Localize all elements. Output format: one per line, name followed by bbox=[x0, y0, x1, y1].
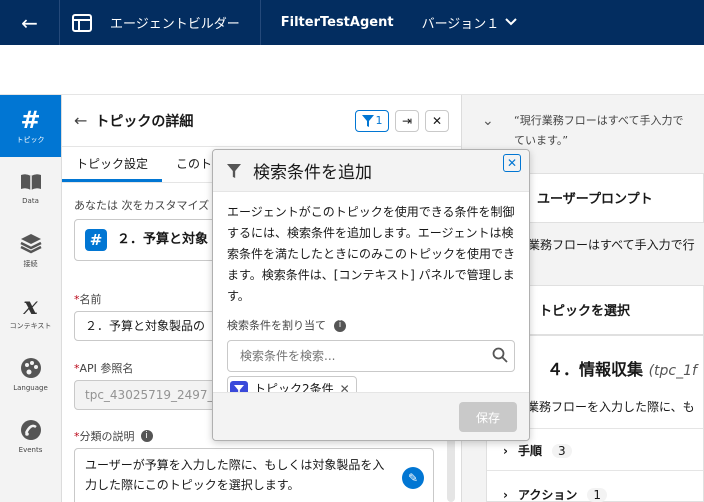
topic-name-card-label: ２．予算と対象 bbox=[117, 232, 209, 247]
rail-item-label: トピック bbox=[16, 135, 45, 144]
save-button[interactable]: 保存 bbox=[459, 402, 517, 432]
chevron-right-icon: › bbox=[503, 443, 508, 458]
filter-icon bbox=[227, 163, 241, 178]
panel-header: ← トピックの詳細 1 ⇥ ✕ bbox=[62, 95, 461, 147]
close-icon: ✕ bbox=[506, 156, 518, 170]
topbar-divider bbox=[259, 0, 261, 45]
arrow-to-right-icon: ⇥ bbox=[401, 113, 413, 128]
back-arrow-icon[interactable]: ← bbox=[74, 111, 87, 130]
rail-item-label: 接続 bbox=[23, 259, 38, 268]
user-prompt-title: ユーザープロンプト bbox=[537, 192, 653, 207]
filter-button[interactable]: 1 bbox=[355, 109, 389, 132]
app-switcher-icon[interactable] bbox=[60, 0, 104, 45]
add-filter-popover: 検索条件を追加 ✕ エージェントがこのトピックを使用できる条件を制御するには、検… bbox=[212, 149, 530, 441]
rail-item-events[interactable]: Events bbox=[0, 405, 61, 467]
rail-item-context[interactable]: x コンテキスト bbox=[0, 281, 61, 343]
popover-title: 検索条件を追加 bbox=[253, 163, 372, 183]
events-icon bbox=[20, 419, 42, 443]
rail-item-topic[interactable]: # トピック bbox=[0, 95, 61, 157]
chevron-down-icon[interactable]: ⌄ bbox=[482, 113, 494, 129]
back-arrow-icon[interactable]: ← bbox=[0, 0, 60, 45]
rail-item-label: Events bbox=[18, 445, 43, 454]
header-spacer bbox=[0, 45, 704, 95]
description-textarea[interactable]: ユーザーが予算を入力した際に、もしくは対象製品を入 力した際にこのトピックを選択… bbox=[74, 448, 434, 502]
hash-icon: # bbox=[20, 105, 41, 134]
popover-footer: 保存 bbox=[213, 392, 529, 440]
api-name-label: *API 参照名 bbox=[74, 362, 134, 375]
app-title: エージェントビルダー bbox=[110, 17, 240, 32]
rail-item-label: Language bbox=[13, 383, 48, 392]
select-topic-title: トピックを選択 bbox=[539, 304, 631, 319]
hash-icon: # bbox=[85, 229, 107, 251]
chevron-down-icon bbox=[505, 15, 518, 30]
rail-item-data[interactable]: Data bbox=[0, 157, 61, 219]
actions-label: アクション bbox=[517, 488, 578, 502]
topic-result-text: 業務フローを入力した際に、も bbox=[527, 400, 695, 414]
quote-text: “現行業務フローはすべて手入力で ています。” bbox=[514, 114, 684, 147]
rail-item-label: コンテキスト bbox=[9, 321, 52, 330]
actions-count-badge: 1 bbox=[587, 487, 607, 502]
steps-row[interactable]: › 手順 3 bbox=[503, 442, 572, 459]
left-rail: # トピック Data 接続 x コンテキスト Language Events bbox=[0, 95, 62, 502]
actions-row[interactable]: › アクション 1 bbox=[503, 486, 607, 502]
topic-result-title: ４．情報収集 (tpc_1f bbox=[547, 360, 697, 379]
agent-name: FilterTestAgent bbox=[280, 15, 394, 30]
close-popover-button[interactable]: ✕ bbox=[503, 154, 521, 172]
tab-topic-settings[interactable]: トピック設定 bbox=[62, 147, 163, 182]
steps-count-badge: 3 bbox=[551, 443, 572, 458]
popover-header: 検索条件を追加 ✕ bbox=[213, 150, 529, 192]
version-dropdown[interactable]: バージョン１ bbox=[422, 13, 518, 32]
palette-icon bbox=[20, 357, 42, 381]
variable-x-icon: x bbox=[23, 290, 38, 320]
book-icon bbox=[19, 172, 43, 194]
version-label: バージョン１ bbox=[421, 17, 500, 32]
layers-icon bbox=[19, 232, 42, 256]
close-panel-button[interactable]: ✕ bbox=[425, 109, 449, 132]
top-bar: ← エージェントビルダー FilterTestAgent バージョン１ bbox=[0, 0, 704, 45]
name-label: *名前 bbox=[74, 293, 102, 306]
filter-search-input[interactable]: 検索条件を検索... bbox=[227, 340, 515, 372]
steps-label: 手順 bbox=[517, 444, 542, 458]
assign-filter-label: 検索条件を割り当て i bbox=[227, 315, 515, 336]
filter-icon bbox=[361, 114, 374, 127]
ai-assist-icon[interactable]: ✎ bbox=[402, 467, 424, 489]
filter-count: 1 bbox=[375, 114, 383, 127]
chevron-right-icon: › bbox=[503, 487, 508, 502]
rail-item-language[interactable]: Language bbox=[0, 343, 61, 405]
panel-title: トピックの詳細 bbox=[95, 113, 194, 130]
customize-text: あなたは 次をカスタマイズ bbox=[74, 199, 210, 212]
popover-description: エージェントがこのトピックを使用できる条件を制御するには、検索条件を追加します。… bbox=[227, 205, 516, 303]
collapse-panel-button[interactable]: ⇥ bbox=[395, 109, 419, 132]
search-icon bbox=[492, 347, 508, 370]
filter-search-placeholder: 検索条件を検索... bbox=[240, 349, 336, 363]
rail-item-connection[interactable]: 接続 bbox=[0, 219, 61, 281]
user-prompt-text: 業務フローはすべて手入力で行 bbox=[528, 238, 695, 252]
description-label: *分類の説明 i bbox=[74, 428, 153, 444]
close-icon: ✕ bbox=[431, 113, 443, 128]
popover-body: エージェントがこのトピックを使用できる条件を制御するには、検索条件を追加します。… bbox=[213, 192, 529, 413]
info-icon: i bbox=[140, 430, 153, 442]
rail-item-label: Data bbox=[22, 196, 39, 205]
info-icon: i bbox=[334, 319, 346, 332]
